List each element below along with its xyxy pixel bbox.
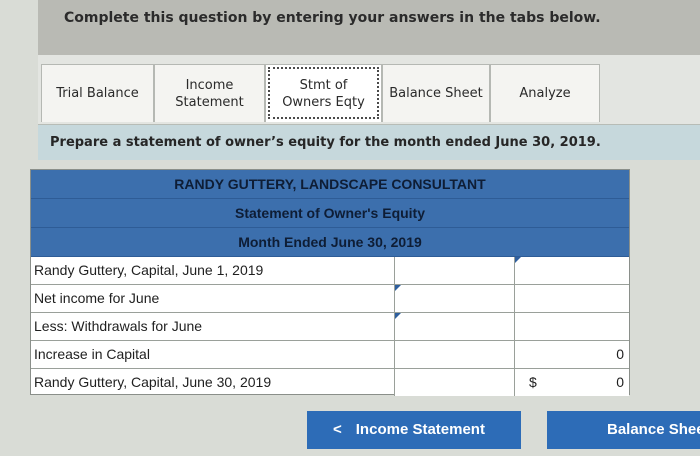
tab-label: Trial Balance (56, 86, 139, 101)
tab-income-statement[interactable]: Income Statement (154, 64, 265, 122)
amount-input[interactable] (514, 285, 629, 312)
row-label[interactable]: Randy Guttery, Capital, June 30, 2019 (34, 374, 271, 390)
statement-title: Statement of Owner's Equity (31, 199, 629, 228)
amount-value: 0 (616, 346, 624, 362)
cell-marker-icon (395, 313, 401, 319)
tab-label: Balance Sheet (389, 86, 483, 101)
banner-text: Complete this question by entering your … (64, 10, 601, 26)
row-label[interactable]: Increase in Capital (34, 346, 150, 362)
owners-equity-form: RANDY GUTTERY, LANDSCAPE CONSULTANT Stat… (30, 169, 630, 397)
amount-input[interactable] (394, 285, 514, 312)
dollar-sign: $ (529, 374, 537, 390)
row-label[interactable]: Net income for June (34, 290, 159, 306)
amount-cell: $ 0 (514, 369, 629, 396)
row-label[interactable]: Less: Withdrawals for June (34, 318, 202, 334)
tab-analyze[interactable]: Analyze (490, 64, 600, 122)
tab-label-line2: Owners Eqty (282, 94, 365, 110)
amount-input[interactable] (514, 257, 629, 284)
amount-cell: 0 (514, 341, 629, 368)
chevron-left-icon: < (333, 421, 342, 438)
table-row: Less: Withdrawals for June (31, 313, 629, 341)
row-label[interactable]: Randy Guttery, Capital, June 1, 2019 (34, 262, 263, 278)
table-row: Randy Guttery, Capital, June 30, 2019 $ … (31, 369, 629, 397)
prev-income-statement-button[interactable]: < Income Statement (307, 411, 521, 449)
table-row: Increase in Capital 0 (31, 341, 629, 369)
tab-stmt-of-owners-eqty[interactable]: Stmt of Owners Eqty (265, 64, 382, 122)
amount-input[interactable] (394, 341, 514, 368)
tab-label-line2: Statement (175, 94, 244, 110)
instructions-banner: Complete this question by entering your … (38, 0, 700, 55)
cell-marker-icon (515, 257, 521, 263)
company-name: RANDY GUTTERY, LANDSCAPE CONSULTANT (31, 170, 629, 199)
table-row: Randy Guttery, Capital, June 1, 2019 (31, 257, 629, 285)
tab-label: Analyze (519, 86, 571, 101)
prev-button-label: Income Statement (355, 421, 485, 438)
tab-balance-sheet[interactable]: Balance Sheet (382, 64, 490, 122)
amount-input[interactable] (394, 369, 514, 396)
statement-period: Month Ended June 30, 2019 (31, 228, 629, 257)
amount-input[interactable] (394, 313, 514, 340)
amount-input[interactable] (394, 257, 514, 284)
amount-value: 0 (616, 374, 624, 390)
cell-marker-icon (395, 285, 401, 291)
tab-label-line1: Stmt of (299, 77, 348, 93)
tab-trial-balance[interactable]: Trial Balance (41, 64, 154, 122)
instruction-text: Prepare a statement of owner’s equity fo… (50, 135, 601, 150)
tab-label-line1: Income (185, 77, 234, 93)
tab-bar: Trial Balance Income Statement Stmt of O… (38, 55, 700, 125)
table-row: Net income for June (31, 285, 629, 313)
next-balance-sheet-button[interactable]: Balance Sheet (547, 411, 700, 449)
instruction-band: Prepare a statement of owner’s equity fo… (38, 125, 700, 160)
amount-input[interactable] (514, 313, 629, 340)
next-button-label: Balance Sheet (607, 421, 700, 438)
